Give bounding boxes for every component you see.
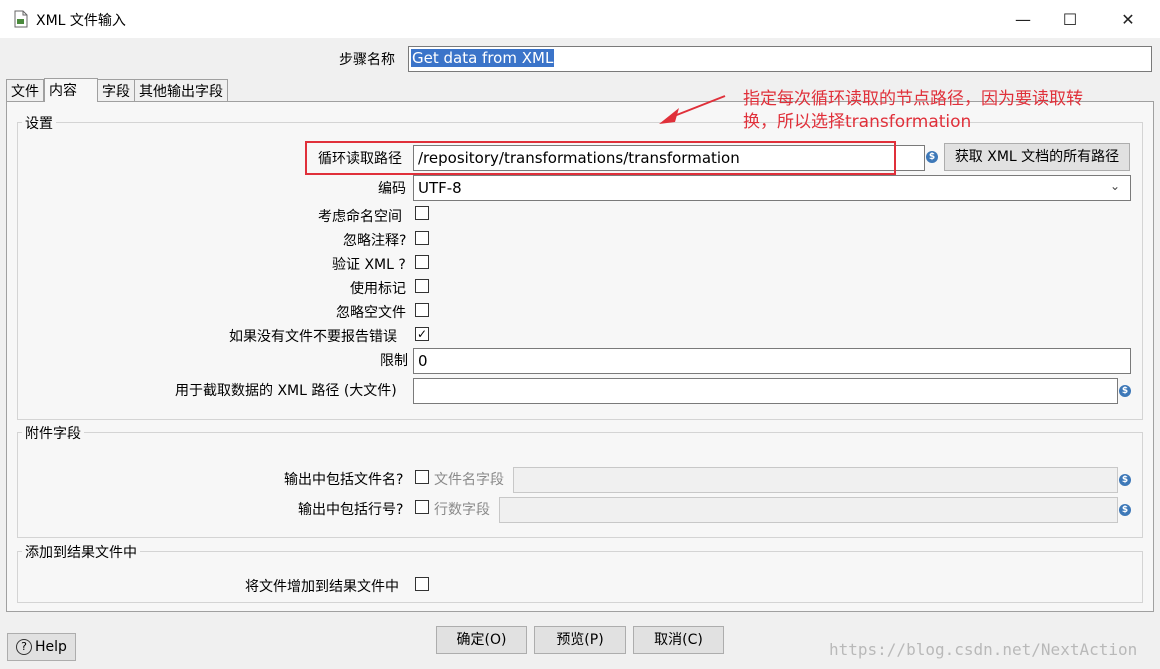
result-files-group	[17, 551, 1143, 603]
checkmark-icon: ✓	[416, 327, 428, 341]
help-button[interactable]: ? Help	[7, 633, 76, 661]
encoding-value: UTF-8	[418, 179, 462, 197]
filename-field-input[interactable]	[513, 467, 1118, 493]
step-name-label: 步骤名称	[339, 52, 395, 68]
preview-button[interactable]: 预览(P)	[534, 626, 626, 654]
tab-other-label: 其他输出字段	[139, 84, 223, 100]
minimize-icon: —	[1015, 9, 1031, 29]
maximize-button[interactable]: ☐	[1047, 0, 1093, 38]
include-rownum-label: 输出中包括行号?	[298, 502, 404, 518]
use-token-checkbox[interactable]	[415, 279, 429, 293]
add-result-file-checkbox[interactable]	[415, 577, 429, 591]
variable-icon[interactable]: $	[926, 151, 938, 163]
step-name-value: Get data from XML	[411, 49, 555, 67]
close-icon: ✕	[1121, 9, 1135, 29]
include-filename-checkbox[interactable]	[415, 470, 429, 484]
tab-file[interactable]: 文件	[6, 79, 44, 101]
ignore-comments-label: 忽略注释?	[343, 233, 407, 249]
namespace-checkbox[interactable]	[415, 206, 429, 220]
tab-fields[interactable]: 字段	[97, 79, 135, 101]
cancel-button[interactable]: 取消(C)	[633, 626, 724, 654]
use-token-label: 使用标记	[350, 281, 406, 297]
include-rownum-checkbox[interactable]	[415, 500, 429, 514]
encoding-label: 编码	[378, 181, 406, 197]
add-result-file-label: 将文件增加到结果文件中	[245, 579, 399, 595]
watermark: https://blog.csdn.net/NextAction	[829, 640, 1138, 659]
variable-icon[interactable]: $	[1119, 385, 1131, 397]
namespace-label: 考虑命名空间	[318, 209, 402, 225]
no-file-error-label: 如果没有文件不要报告错误	[229, 329, 397, 345]
prune-path-label: 用于截取数据的 XML 路径 (大文件)	[175, 383, 397, 399]
chevron-down-icon: ⌄	[1110, 179, 1121, 193]
prune-path-input[interactable]	[413, 378, 1118, 404]
title-bar	[0, 0, 1160, 38]
ok-button[interactable]: 确定(O)	[436, 626, 527, 654]
annotation-line-2: 换，所以选择transformation	[743, 112, 972, 132]
ignore-comments-checkbox[interactable]	[415, 231, 429, 245]
include-filename-label: 输出中包括文件名?	[284, 472, 404, 488]
tab-fields-label: 字段	[102, 84, 130, 100]
settings-group-title: 设置	[22, 113, 56, 133]
rownum-field-input[interactable]	[499, 497, 1118, 523]
window-title: XML 文件输入	[36, 13, 126, 29]
close-button[interactable]: ✕	[1105, 0, 1151, 38]
variable-icon[interactable]: $	[1119, 504, 1131, 516]
tab-other-output-fields[interactable]: 其他输出字段	[134, 79, 228, 101]
annotation-arrow	[659, 95, 726, 124]
tab-content-label: 内容	[49, 83, 77, 99]
annotation-highlight-box	[305, 141, 896, 175]
no-file-error-checkbox[interactable]: ✓	[415, 327, 429, 341]
limit-input[interactable]: 0	[413, 348, 1131, 374]
validate-xml-checkbox[interactable]	[415, 255, 429, 269]
tab-content[interactable]: 内容	[44, 78, 98, 102]
validate-xml-label: 验证 XML ?	[332, 257, 406, 273]
annotation-text: 指定每次循环读取的节点路径，因为要读取转 换，所以选择transformatio…	[743, 88, 1148, 134]
help-icon: ?	[16, 639, 33, 655]
get-xml-paths-button[interactable]: 获取 XML 文档的所有路径	[944, 143, 1130, 171]
annotation-line-1: 指定每次循环读取的节点路径，因为要读取转	[743, 89, 1083, 109]
variable-icon[interactable]: $	[1119, 474, 1131, 486]
ignore-empty-file-checkbox[interactable]	[415, 303, 429, 317]
result-files-title: 添加到结果文件中	[22, 542, 140, 562]
step-name-input[interactable]: Get data from XML	[408, 46, 1152, 72]
minimize-button[interactable]: —	[1000, 0, 1046, 38]
maximize-icon: ☐	[1062, 9, 1078, 29]
limit-label: 限制	[380, 353, 408, 369]
help-label: Help	[35, 639, 67, 655]
filename-field-label: 文件名字段	[434, 472, 504, 488]
rownum-field-label: 行数字段	[434, 502, 490, 518]
xml-file-icon	[14, 10, 28, 28]
ignore-empty-file-label: 忽略空文件	[336, 305, 406, 321]
encoding-select[interactable]: UTF-8	[413, 175, 1131, 201]
additional-fields-title: 附件字段	[22, 423, 84, 443]
tab-file-label: 文件	[11, 84, 39, 100]
